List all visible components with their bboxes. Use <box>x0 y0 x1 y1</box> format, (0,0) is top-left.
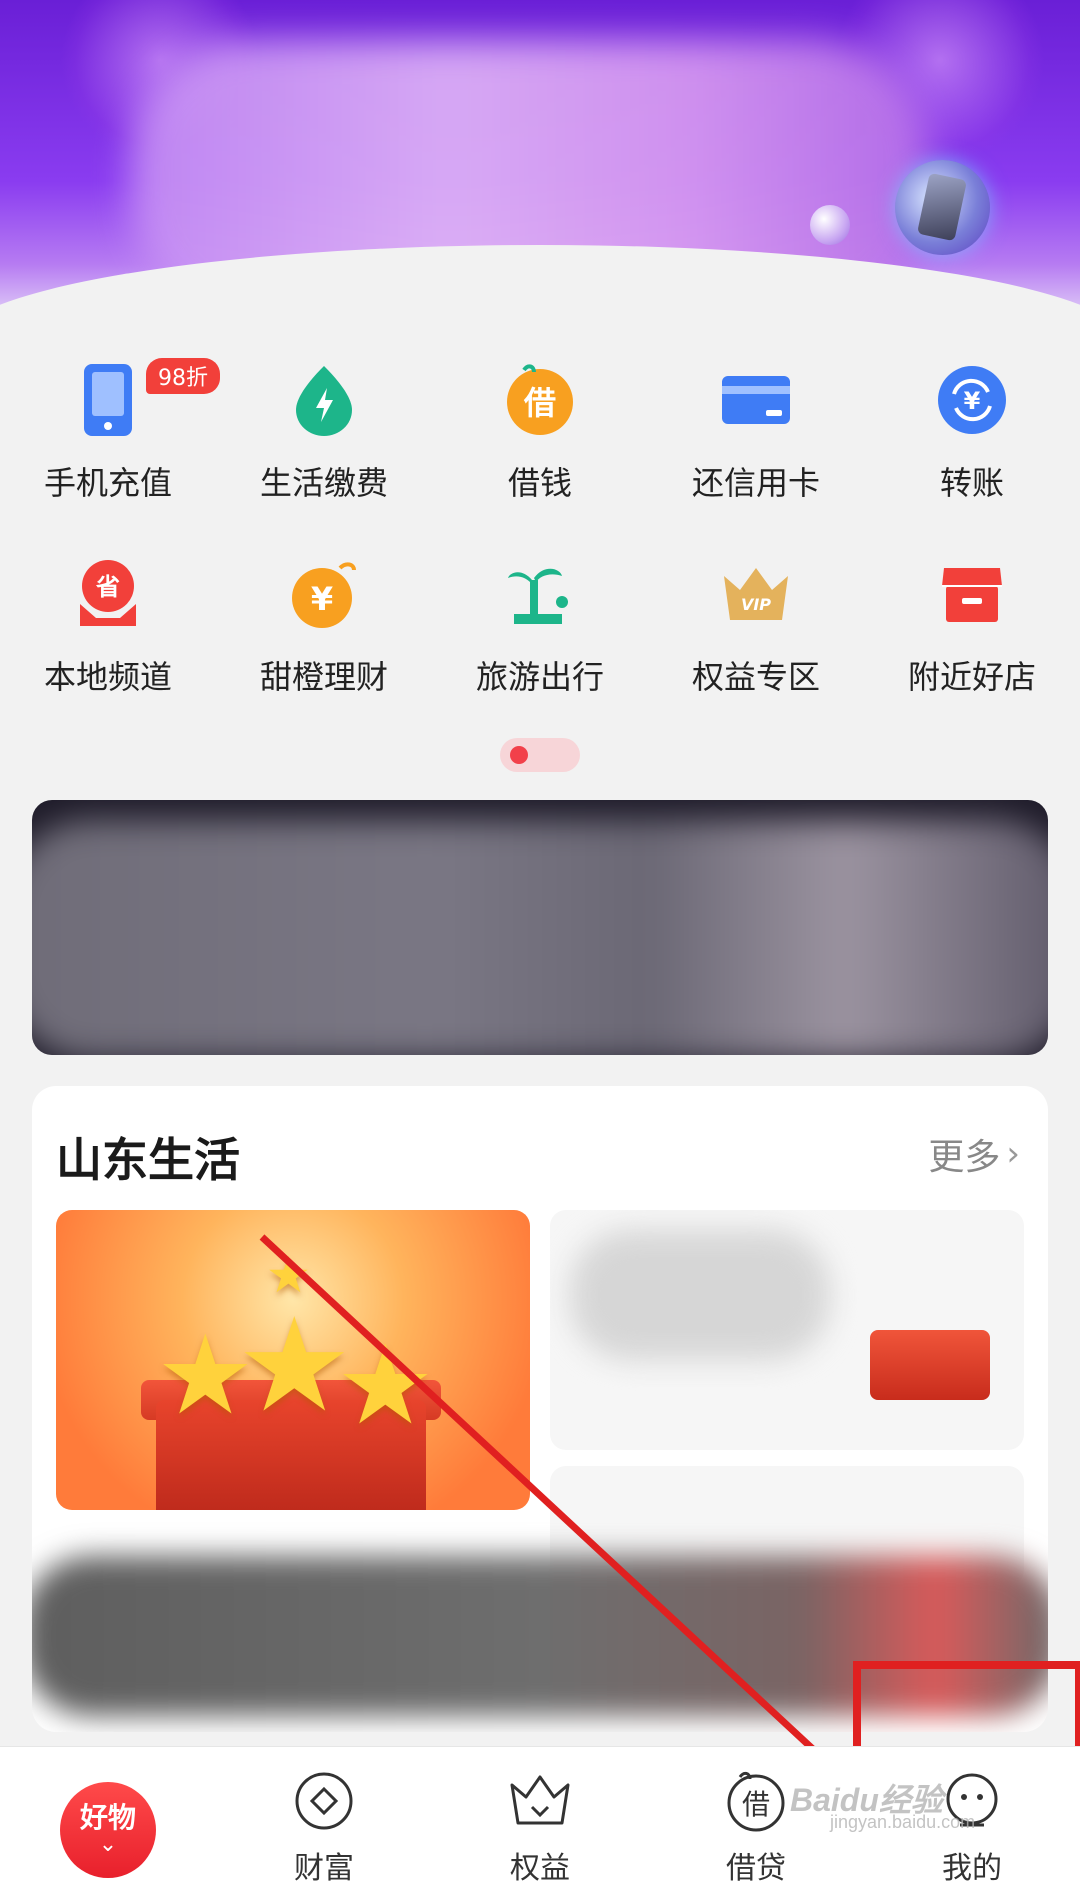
gift-box-promo-card[interactable]: ★ ★ ★ ★ <box>56 1210 530 1510</box>
section-more-link[interactable]: 更多 › <box>928 1128 1020 1180</box>
promo-banner[interactable] <box>32 800 1048 1055</box>
shortcut-label: 甜橙理财 <box>259 658 388 696</box>
tab-rights[interactable]: 权益 <box>432 1747 648 1890</box>
shortcut-label: 生活缴费 <box>259 464 388 502</box>
gift-icon <box>870 1330 990 1400</box>
wealth-management-icon: ¥ <box>284 554 364 634</box>
blurred-floating-banner[interactable] <box>32 1556 1048 1716</box>
shortcut-label: 本地频道 <box>43 658 172 696</box>
shortcut-mobile-recharge[interactable]: 98折 手机充值 <box>0 358 220 504</box>
tab-label: 借贷 <box>726 1851 786 1886</box>
svg-text:借: 借 <box>742 1788 770 1821</box>
active-page-dot <box>510 746 528 764</box>
svg-text:¥: ¥ <box>964 387 981 415</box>
crown-icon <box>508 1769 572 1833</box>
travel-icon <box>500 554 580 634</box>
decor-ball <box>810 205 850 245</box>
svg-text:借: 借 <box>523 384 556 422</box>
shortcut-utility-payment[interactable]: 生活缴费 <box>216 360 432 504</box>
home-label: 好物 <box>79 1801 136 1835</box>
blurred-text <box>570 1230 830 1360</box>
credit-card-icon <box>716 360 796 440</box>
shortcut-label: 附近好店 <box>907 658 1036 696</box>
more-label: 更多 <box>928 1137 1001 1178</box>
shortcut-vip-zone[interactable]: VIP 权益专区 <box>648 554 864 698</box>
utility-payment-icon <box>284 360 364 440</box>
shortcut-local-channel[interactable]: 省 本地频道 <box>0 554 216 698</box>
shortcut-label: 手机充值 <box>43 464 172 502</box>
tab-home[interactable]: 好物 ⌄ <box>0 1747 216 1890</box>
shortcut-borrow[interactable]: 借 借钱 <box>432 360 648 504</box>
phone-recharge-icon: 98折 <box>68 358 220 440</box>
page-indicator <box>500 738 580 772</box>
tab-label: 财富 <box>294 1851 354 1886</box>
transfer-icon: ¥ <box>932 360 1012 440</box>
shortcut-label: 权益专区 <box>691 658 820 696</box>
shortcut-transfer[interactable]: ¥ 转账 <box>864 360 1080 504</box>
shortcut-label: 还信用卡 <box>691 464 820 502</box>
shortcut-nearby-store[interactable]: 附近好店 <box>864 554 1080 698</box>
shortcut-label: 旅游出行 <box>475 658 604 696</box>
svg-text:VIP: VIP <box>741 595 771 614</box>
svg-text:省: 省 <box>95 573 120 601</box>
loan-icon: 借 <box>724 1769 788 1833</box>
local-life-section: 山东生活 更多 › ★ ★ ★ ★ <box>32 1086 1048 1732</box>
svg-text:¥: ¥ <box>311 580 333 618</box>
tab-label: 我的 <box>942 1851 1002 1886</box>
tab-label: 权益 <box>510 1851 570 1886</box>
shortcut-label: 借钱 <box>507 464 572 502</box>
borrow-icon: 借 <box>500 360 580 440</box>
star-icon: ★ <box>266 1246 311 1304</box>
shortcut-grid: 98折 手机充值 生活缴费 借 借钱 还信用卡 ¥ 转账 省 本地频道 ¥ 甜橙… <box>0 358 1080 698</box>
promo-card-blurred[interactable] <box>550 1210 1024 1450</box>
section-title: 山东生活 <box>56 1133 240 1187</box>
top-promo-banner[interactable] <box>0 0 1080 330</box>
shortcut-wealth[interactable]: ¥ 甜橙理财 <box>216 554 432 698</box>
chevron-down-icon: ⌄ <box>98 1831 118 1857</box>
shortcut-travel[interactable]: 旅游出行 <box>432 554 648 698</box>
discount-badge: 98折 <box>146 358 220 394</box>
nearby-store-icon <box>932 554 1012 634</box>
chevron-right-icon: › <box>1006 1134 1020 1174</box>
blurred-promo-content <box>32 820 1048 1055</box>
wealth-diamond-icon <box>292 1769 356 1833</box>
tab-wealth[interactable]: 财富 <box>216 1747 432 1890</box>
shortcut-repay-credit-card[interactable]: 还信用卡 <box>648 360 864 504</box>
home-button[interactable]: 好物 ⌄ <box>60 1781 156 1878</box>
watermark-url: jingyan.baidu.com <box>830 1812 976 1832</box>
star-icon: ★ <box>336 1321 435 1449</box>
local-channel-icon: 省 <box>68 554 148 634</box>
phone-bubble-icon <box>895 160 990 255</box>
shortcut-label: 转账 <box>939 464 1004 502</box>
vip-crown-icon: VIP <box>716 554 796 634</box>
